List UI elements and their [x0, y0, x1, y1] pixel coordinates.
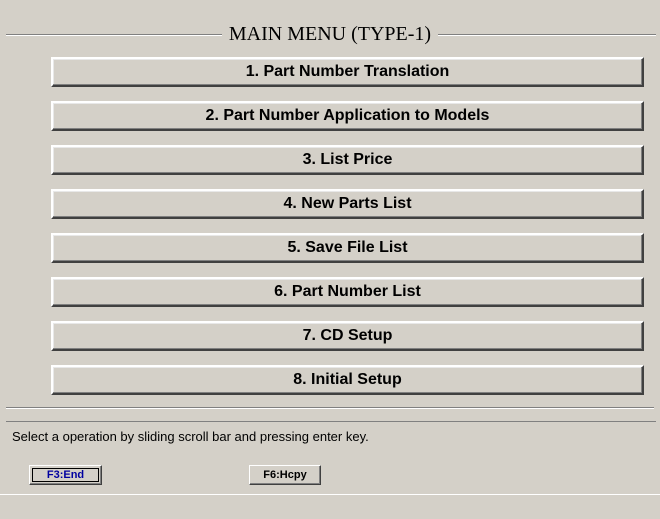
- status-message: Select a operation by sliding scroll bar…: [12, 429, 369, 444]
- menu-item-part-number-application[interactable]: 2. Part Number Application to Models: [51, 101, 644, 131]
- menu-item-cd-setup[interactable]: 7. CD Setup: [51, 321, 644, 351]
- f3-end-button[interactable]: F3:End: [29, 465, 102, 485]
- menu-item-initial-setup[interactable]: 8. Initial Setup: [51, 365, 644, 395]
- menu-title-text: MAIN MENU (TYPE-1): [221, 23, 439, 45]
- menu-item-part-number-list[interactable]: 6. Part Number List: [51, 277, 644, 307]
- menu-item-list-price[interactable]: 3. List Price: [51, 145, 644, 175]
- menu-item-new-parts-list[interactable]: 4. New Parts List: [51, 189, 644, 219]
- menu-item-save-file-list[interactable]: 5. Save File List: [51, 233, 644, 263]
- f6-hardcopy-button[interactable]: F6:Hcpy: [249, 465, 321, 485]
- menu-divider: [6, 407, 654, 409]
- main-menu-window: MAIN MENU (TYPE-1) 1. Part Number Transl…: [0, 0, 660, 519]
- menu-item-part-number-translation[interactable]: 1. Part Number Translation: [51, 57, 644, 87]
- menu-title: MAIN MENU (TYPE-1): [0, 22, 660, 46]
- bottom-divider: [0, 494, 660, 495]
